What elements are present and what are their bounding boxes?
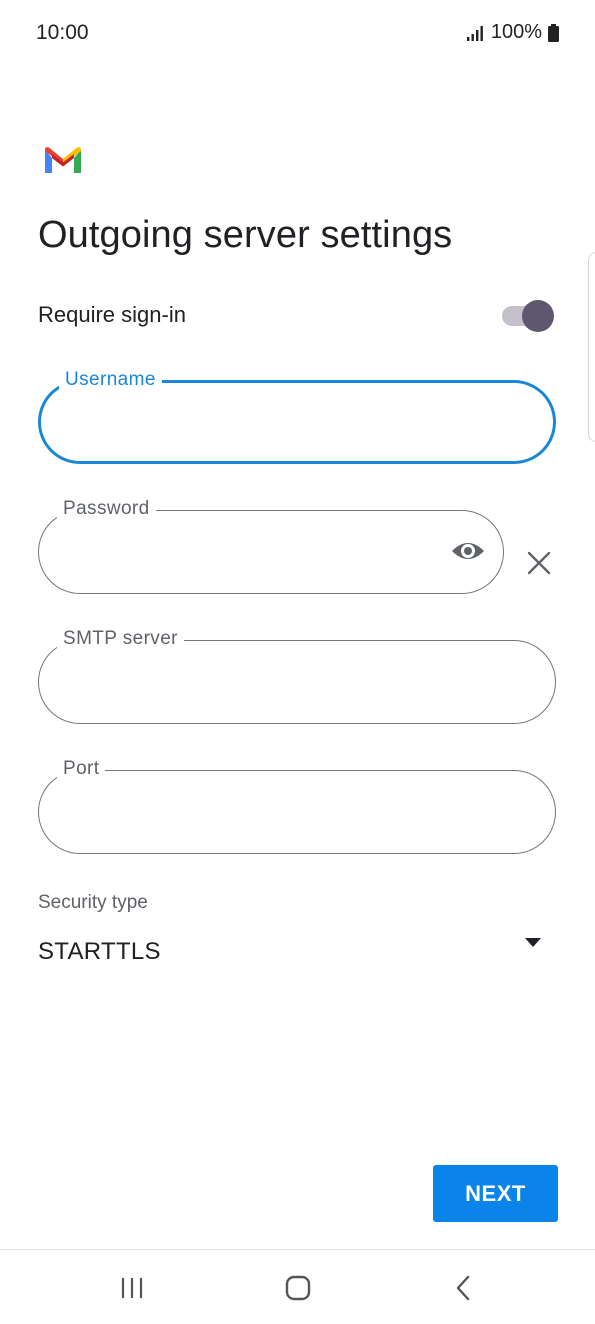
clear-password-close-icon[interactable] — [526, 550, 552, 576]
password-input[interactable] — [63, 533, 437, 571]
username-field[interactable]: Username — [38, 369, 556, 464]
require-signin-label: Require sign-in — [38, 302, 186, 327]
security-type-label: Security type — [38, 892, 148, 913]
gmail-logo-icon — [45, 147, 81, 173]
status-indicators: 100% — [466, 21, 559, 44]
username-input[interactable] — [65, 405, 509, 443]
navigation-bar — [0, 1250, 595, 1324]
toggle-knob — [522, 300, 554, 332]
port-field[interactable]: Port — [38, 758, 556, 854]
recent-apps-icon[interactable] — [120, 1276, 144, 1300]
show-password-eye-icon[interactable] — [450, 537, 486, 565]
smtp-server-field[interactable]: SMTP server — [38, 628, 556, 724]
battery-icon — [548, 23, 559, 42]
dropdown-arrow-icon[interactable] — [524, 937, 542, 949]
signal-icon — [466, 25, 483, 41]
scroll-indicator[interactable] — [588, 252, 595, 442]
home-icon[interactable] — [284, 1274, 312, 1302]
security-type-select[interactable]: STARTTLS — [38, 938, 161, 966]
password-label: Password — [57, 498, 156, 520]
back-icon[interactable] — [453, 1274, 473, 1302]
page-title: Outgoing server settings — [38, 214, 453, 256]
status-time: 10:00 — [36, 21, 89, 44]
smtp-server-input[interactable] — [63, 663, 507, 701]
smtp-server-label: SMTP server — [57, 628, 184, 650]
next-button[interactable]: NEXT — [433, 1165, 558, 1222]
username-label: Username — [59, 369, 162, 391]
status-bar: 10:00 100% — [0, 0, 595, 66]
battery-percent: 100% — [490, 21, 542, 43]
port-input[interactable] — [63, 793, 507, 831]
password-field[interactable]: Password — [38, 498, 504, 594]
port-label: Port — [57, 758, 106, 780]
require-signin-toggle[interactable] — [502, 300, 554, 332]
